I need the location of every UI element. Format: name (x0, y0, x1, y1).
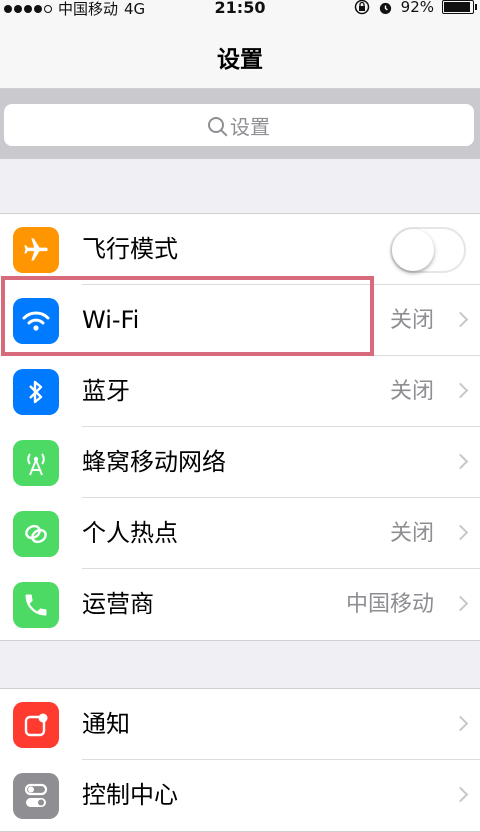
battery-icon (442, 0, 477, 14)
chevron-right-icon (452, 715, 469, 732)
battery-percent: 92% (400, 0, 434, 16)
orientation-lock-icon (354, 0, 369, 15)
settings-row-label: 蜂窝移动网络 (82, 448, 226, 476)
airplane-icon (13, 227, 59, 273)
settings-row-label: 运营商 (82, 590, 154, 618)
alarm-clock-icon (379, 2, 391, 14)
settings-row-label: 控制中心 (82, 781, 178, 809)
settings-row-label: 通知 (82, 710, 130, 738)
settings-row-label: Wi-Fi (82, 306, 140, 334)
chevron-right-icon (452, 595, 469, 612)
chevron-right-icon (452, 524, 469, 541)
settings-group-connectivity: 飞行模式 Wi-Fi 关闭 蓝牙 关闭 蜂窝移动网络 个人热点 关闭 运营商 中… (0, 213, 480, 641)
wifi-status-value: 关闭 (389, 308, 434, 333)
bluetooth-status-value: 关闭 (389, 379, 434, 404)
search-area: 设置 (0, 89, 480, 159)
phone-icon (13, 582, 59, 628)
notification-icon (13, 702, 59, 748)
chevron-right-icon (452, 786, 469, 803)
chevron-right-icon (452, 311, 469, 328)
bluetooth-icon (13, 369, 59, 415)
cellular-antenna-icon (13, 440, 59, 486)
chevron-right-icon (452, 453, 469, 470)
toggle-knob (392, 229, 434, 271)
hotspot-link-icon (13, 511, 59, 557)
search-icon (208, 117, 224, 133)
search-placeholder: 设置 (230, 114, 270, 139)
settings-row-carrier[interactable]: 运营商 中国移动 (0, 569, 480, 640)
status-right: 92% (354, 0, 477, 16)
settings-row-control-center[interactable]: 控制中心 (0, 760, 480, 831)
hotspot-status-value: 关闭 (389, 521, 434, 546)
carrier-value: 中国移动 (345, 592, 434, 617)
settings-group-system: 通知 控制中心 (0, 688, 480, 832)
settings-row-hotspot[interactable]: 个人热点 关闭 (0, 498, 480, 569)
chevron-right-icon (452, 382, 469, 399)
settings-row-bluetooth[interactable]: 蓝牙 关闭 (0, 356, 480, 427)
settings-row-notifications[interactable]: 通知 (0, 689, 480, 760)
settings-row-label: 蓝牙 (82, 377, 130, 405)
navigation-bar: 设置 (0, 22, 480, 89)
wifi-icon (13, 298, 59, 344)
control-center-icon (13, 773, 59, 819)
search-input[interactable]: 设置 (4, 104, 474, 146)
page-title: 设置 (217, 47, 263, 73)
settings-row-airplane-mode[interactable]: 飞行模式 (0, 214, 480, 285)
settings-row-wifi[interactable]: Wi-Fi 关闭 (0, 285, 480, 356)
settings-row-cellular[interactable]: 蜂窝移动网络 (0, 427, 480, 498)
status-bar: 中国移动 4G 21:50 92% (0, 0, 480, 22)
airplane-mode-toggle[interactable] (390, 227, 466, 273)
settings-row-label: 个人热点 (82, 519, 178, 547)
settings-row-label: 飞行模式 (82, 235, 178, 263)
